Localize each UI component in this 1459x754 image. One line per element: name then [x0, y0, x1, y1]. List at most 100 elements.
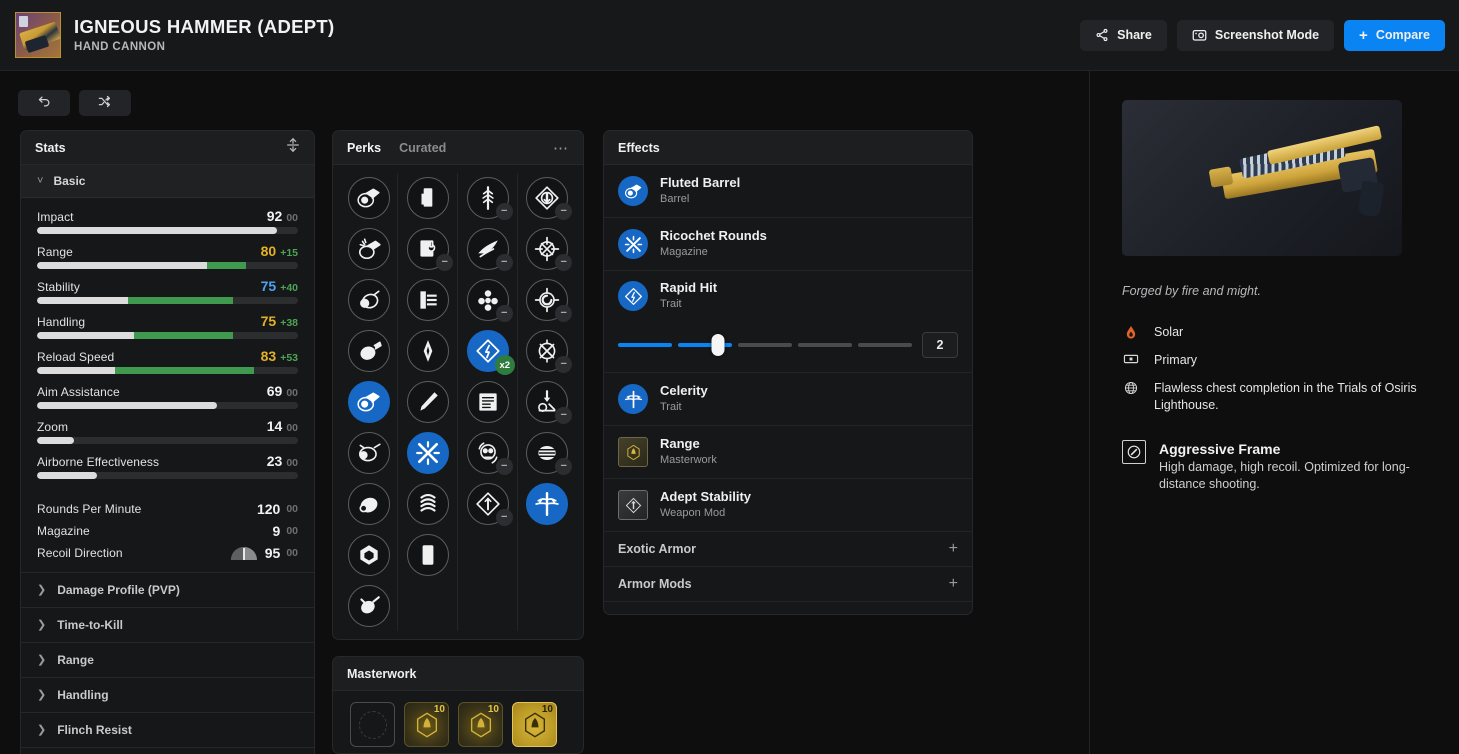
- header-actions: Share Screenshot Mode + Compare: [1080, 19, 1445, 51]
- stats-collapsed-section[interactable]: ❯ Damage Profile (PVP): [21, 572, 314, 607]
- perk-minus-badge[interactable]: −: [555, 305, 573, 322]
- more-options-icon[interactable]: ⋯: [553, 139, 569, 157]
- smallbore-icon[interactable]: [347, 432, 390, 474]
- effect-type: Masterwork: [660, 454, 717, 466]
- effects-collapsed-section[interactable]: Buffs and Abilities +: [604, 602, 972, 614]
- ledger-perk-icon[interactable]: [466, 381, 509, 423]
- perk-cell: [458, 377, 518, 427]
- diamond-arrow-icon[interactable]: −: [466, 483, 513, 526]
- handling-masterwork-icon[interactable]: 10: [458, 702, 503, 747]
- effect-row[interactable]: Celerity Trait: [604, 373, 972, 426]
- perk-minus-badge[interactable]: −: [555, 254, 573, 271]
- effect-row[interactable]: Fluted Barrel Barrel: [604, 165, 972, 218]
- stat-name: Airborne Effectiveness: [37, 455, 160, 469]
- screenshot-mode-button[interactable]: Screenshot Mode: [1176, 19, 1335, 51]
- skull-perk-icon[interactable]: −: [466, 432, 513, 475]
- plus-icon[interactable]: +: [949, 611, 958, 614]
- plus-icon[interactable]: +: [949, 576, 958, 592]
- perk-cell: −: [458, 479, 518, 529]
- perk-minus-badge[interactable]: −: [495, 254, 513, 271]
- watermark-icon: [19, 16, 28, 27]
- shuffle-button[interactable]: [79, 90, 131, 116]
- slider-segment[interactable]: [618, 343, 672, 347]
- effects-collapsed-section[interactable]: Armor Mods +: [604, 567, 972, 602]
- alloy-magazine-icon[interactable]: [407, 177, 450, 219]
- effects-collapsed-section[interactable]: Exotic Armor +: [604, 532, 972, 567]
- hammer-forged-icon[interactable]: [347, 330, 390, 372]
- slider-segment[interactable]: [738, 343, 792, 347]
- effect-row[interactable]: Adept Stability Weapon Mod: [604, 479, 972, 532]
- slider-track[interactable]: [618, 334, 912, 356]
- fluted-barrel-icon[interactable]: [347, 177, 390, 219]
- no-masterwork-icon[interactable]: [350, 702, 395, 747]
- slider-segment[interactable]: [798, 343, 852, 347]
- celerity-icon[interactable]: [526, 483, 569, 525]
- spiral-scope-icon[interactable]: −: [526, 279, 573, 322]
- wing-perk-icon[interactable]: −: [466, 228, 513, 271]
- stat-modifier: 00: [286, 547, 298, 559]
- tab-perks[interactable]: Perks: [347, 141, 381, 155]
- stats-collapsed-section[interactable]: ❯ Range: [21, 642, 314, 677]
- blade-perk-icon[interactable]: [407, 330, 450, 372]
- perk-minus-badge[interactable]: −: [555, 458, 573, 475]
- battery-mag-icon[interactable]: [407, 534, 450, 576]
- stat-row: Airborne Effectiveness 23 00: [37, 453, 298, 479]
- stat-value: 14: [266, 418, 283, 434]
- stat-modifier: 00: [286, 457, 298, 469]
- weapon-info-sidebar: Forged by fire and might. Solar Primary Fl…: [1122, 100, 1422, 493]
- sort-vertical-icon[interactable]: [286, 137, 300, 158]
- diamond-sight-icon[interactable]: −: [526, 177, 573, 220]
- fluted-barrel-selected-icon[interactable]: [347, 381, 390, 423]
- flared-magwell-icon[interactable]: [407, 279, 450, 321]
- undo-button[interactable]: [18, 90, 70, 116]
- bullet-perk-icon[interactable]: [407, 381, 450, 423]
- stats-section-basic[interactable]: ˅ Basic: [21, 165, 314, 198]
- range-masterwork-icon[interactable]: 10: [404, 702, 449, 747]
- feather-perk-icon[interactable]: −: [466, 177, 513, 220]
- disabled-perk-icon[interactable]: −: [526, 330, 573, 373]
- stats-collapsed-section[interactable]: ❯ Time-to-Kill: [21, 607, 314, 642]
- weapon-thumbnail[interactable]: [15, 12, 61, 58]
- coil-magazine-icon[interactable]: [407, 483, 450, 525]
- perk-minus-badge[interactable]: −: [495, 458, 513, 475]
- tab-curated[interactable]: Curated: [399, 141, 446, 155]
- slider-value: 2: [922, 332, 958, 358]
- stats-collapsed-section[interactable]: ❯ Flinch Resist: [21, 712, 314, 747]
- accurized-rounds-icon[interactable]: −: [407, 228, 454, 271]
- stats-collapsed-section[interactable]: ❯ Handling: [21, 677, 314, 712]
- cluster-perk-icon[interactable]: −: [466, 279, 513, 322]
- compare-button[interactable]: + Compare: [1344, 19, 1445, 51]
- effect-row[interactable]: Range Masterwork: [604, 426, 972, 479]
- perk-minus-badge[interactable]: −: [555, 203, 573, 220]
- tower-perk-icon[interactable]: −: [526, 381, 573, 424]
- plus-icon[interactable]: +: [949, 541, 958, 557]
- effect-row[interactable]: Rapid Hit Trait 2: [604, 271, 972, 373]
- polygonal-rifling-icon[interactable]: [347, 483, 390, 525]
- share-button[interactable]: Share: [1080, 19, 1167, 51]
- perk-minus-badge[interactable]: −: [495, 509, 513, 526]
- weapon-frame-info: Aggressive Frame High damage, high recoi…: [1122, 440, 1422, 493]
- corkscrew-rifling-icon[interactable]: [347, 228, 390, 270]
- full-bore-icon[interactable]: [347, 279, 390, 321]
- effect-stack-slider[interactable]: 2: [618, 332, 958, 358]
- stats-collapsed-section-label: Handling: [57, 688, 109, 702]
- perk-minus-badge[interactable]: −: [495, 305, 513, 322]
- perk-minus-badge[interactable]: −: [555, 356, 573, 373]
- target-crosshair-icon[interactable]: −: [526, 228, 573, 271]
- perk-minus-badge[interactable]: −: [495, 203, 513, 220]
- range-masterwork-selected-icon[interactable]: 10: [512, 702, 557, 747]
- stats-collapsed-section[interactable]: ❯Ammo and Reload: [21, 747, 314, 754]
- arrowhead-brake-icon[interactable]: [347, 585, 390, 627]
- sidebar-divider: [1089, 71, 1090, 754]
- perk-minus-badge[interactable]: −: [555, 407, 573, 424]
- rapid-hit-icon[interactable]: x2: [466, 330, 515, 375]
- effect-row[interactable]: Ricochet Rounds Magazine: [604, 218, 972, 271]
- frame-description: High damage, high recoil. Optimized for …: [1159, 460, 1410, 491]
- perk-minus-badge[interactable]: −: [436, 254, 454, 271]
- ricochet-rounds-icon[interactable]: [407, 432, 450, 474]
- slider-knob[interactable]: [711, 334, 725, 356]
- hex-barrel-icon[interactable]: [347, 534, 390, 576]
- slider-segment[interactable]: [858, 343, 912, 347]
- render-grip: [1357, 180, 1385, 218]
- drum-magazine-icon[interactable]: −: [526, 432, 573, 475]
